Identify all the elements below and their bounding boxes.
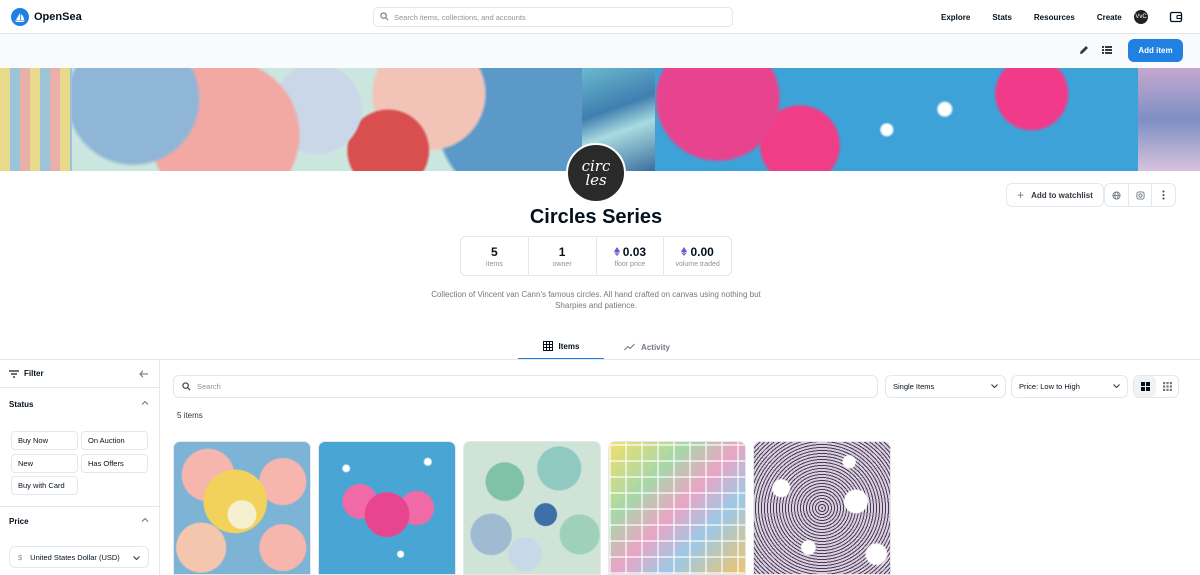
collapse-arrow-icon[interactable]: [139, 370, 148, 378]
nav-link-stats[interactable]: Stats: [981, 13, 1023, 22]
nft-card[interactable]: [463, 441, 601, 575]
price-label: Price: [9, 516, 29, 526]
stat-value: 0.03: [613, 244, 647, 259]
stat-label: volume traded: [675, 260, 720, 268]
collection-avatar: circ les: [566, 143, 626, 203]
stat-number: 0.03: [622, 244, 647, 259]
more-options-icon[interactable]: [1152, 184, 1175, 206]
watchlist-label: Add to watchlist: [1031, 190, 1093, 200]
currency-select[interactable]: $ United States Dollar (USD): [9, 546, 149, 568]
chevron-down-icon: [1113, 384, 1120, 388]
nav-links: Explore Stats Resources Create: [930, 0, 1133, 34]
search-icon: [182, 382, 191, 391]
tab-activity[interactable]: Activity: [604, 334, 690, 360]
currency-symbol: $: [18, 552, 23, 562]
status-buy-now[interactable]: Buy Now: [11, 431, 78, 450]
wallet-icon[interactable]: [1169, 10, 1183, 24]
avatar-text-line2: les: [585, 171, 607, 189]
top-nav: OpenSea Explore Stats Resources Create V…: [0, 0, 1200, 34]
edit-icon[interactable]: [1078, 44, 1092, 58]
nft-card[interactable]: [753, 441, 891, 575]
nav-link-create[interactable]: Create: [1086, 13, 1133, 22]
add-to-watchlist-button[interactable]: + Add to watchlist: [1006, 183, 1104, 207]
collection-tabs: Items Activity: [518, 334, 690, 360]
collection-description: Collection of Vincent van Cann's famous …: [431, 290, 761, 310]
tab-label: Items: [558, 341, 580, 351]
chevron-down-icon: [133, 556, 140, 560]
stat-volume-traded[interactable]: 0.00 volume traded: [664, 237, 731, 275]
item-count: 5 items: [177, 411, 203, 420]
plus-icon: +: [1017, 188, 1025, 202]
collection-stats: 5 items 1 owner 0.03 floor price 0.00 vo…: [460, 236, 732, 276]
nft-card[interactable]: [608, 441, 746, 575]
nft-card[interactable]: [318, 441, 456, 575]
status-section-header[interactable]: Status: [0, 390, 159, 418]
list-view-icon[interactable]: [1101, 44, 1115, 58]
small-grid-icon[interactable]: [1156, 376, 1178, 397]
nav-link-explore[interactable]: Explore: [930, 13, 981, 22]
stat-label: floor price: [614, 260, 646, 268]
stat-label: owner: [552, 260, 572, 268]
add-item-button[interactable]: Add item: [1128, 39, 1183, 62]
status-on-auction[interactable]: On Auction: [81, 431, 148, 450]
status-new[interactable]: New: [11, 454, 78, 473]
search-icon: [380, 11, 389, 23]
chevron-up-icon: [141, 400, 149, 405]
global-search[interactable]: [373, 7, 733, 27]
price-section-header[interactable]: Price: [0, 507, 159, 535]
tab-label: Activity: [641, 342, 670, 352]
item-type-value: Single Items: [893, 382, 935, 391]
filter-header[interactable]: Filter: [0, 360, 159, 388]
stat-number: 0.00: [690, 244, 714, 259]
sort-value: Price: Low to High: [1019, 382, 1080, 391]
activity-trend-icon: [624, 343, 635, 351]
collection-toolbar: [0, 34, 1200, 68]
stat-label: items: [486, 260, 503, 268]
large-grid-icon[interactable]: [1134, 376, 1156, 397]
items-search[interactable]: [173, 375, 878, 398]
stat-value: 0.00: [681, 244, 714, 259]
opensea-logo-icon: [11, 8, 29, 26]
stat-value: 5: [491, 245, 498, 259]
ethereum-icon: [613, 247, 620, 256]
chevron-down-icon: [991, 384, 998, 388]
status-buy-with-card[interactable]: Buy with Card: [11, 476, 78, 495]
profile-avatar[interactable]: VvC: [1134, 10, 1148, 24]
stat-value: 1: [559, 245, 566, 259]
chevron-up-icon: [141, 517, 149, 522]
item-type-select[interactable]: Single Items: [885, 375, 1006, 398]
stat-owners[interactable]: 1 owner: [529, 237, 597, 275]
tab-items[interactable]: Items: [518, 334, 604, 360]
collection-links: [1104, 183, 1176, 207]
nft-card[interactable]: [173, 441, 311, 575]
stat-number: 5: [491, 244, 498, 259]
nav-link-resources[interactable]: Resources: [1023, 13, 1086, 22]
status-has-offers[interactable]: Has Offers: [81, 454, 148, 473]
banner-art-2: [72, 68, 582, 171]
brand-logo[interactable]: OpenSea: [11, 8, 82, 26]
global-search-input[interactable]: [394, 12, 714, 22]
filter-icon: [9, 369, 19, 378]
collection-title: Circles Series: [529, 206, 663, 228]
stat-number: 1: [558, 244, 566, 259]
stat-items[interactable]: 5 items: [461, 237, 529, 275]
banner-art-1: [0, 68, 72, 171]
tabs-divider: [0, 359, 1200, 360]
brand-name: OpenSea: [34, 11, 82, 23]
globe-icon[interactable]: [1105, 184, 1129, 206]
banner-art-5: [1138, 68, 1200, 171]
stat-floor-price[interactable]: 0.03 floor price: [597, 237, 665, 275]
filter-label: Filter: [24, 369, 44, 378]
instagram-icon[interactable]: [1129, 184, 1153, 206]
status-label: Status: [9, 399, 34, 409]
sort-select[interactable]: Price: Low to High: [1011, 375, 1128, 398]
grid-icon: [542, 341, 553, 351]
items-search-input[interactable]: [197, 382, 847, 391]
banner-art-4: [655, 68, 1138, 171]
ethereum-icon: [681, 247, 688, 256]
currency-value: United States Dollar (USD): [30, 552, 120, 562]
grid-size-toggle: [1133, 375, 1179, 398]
